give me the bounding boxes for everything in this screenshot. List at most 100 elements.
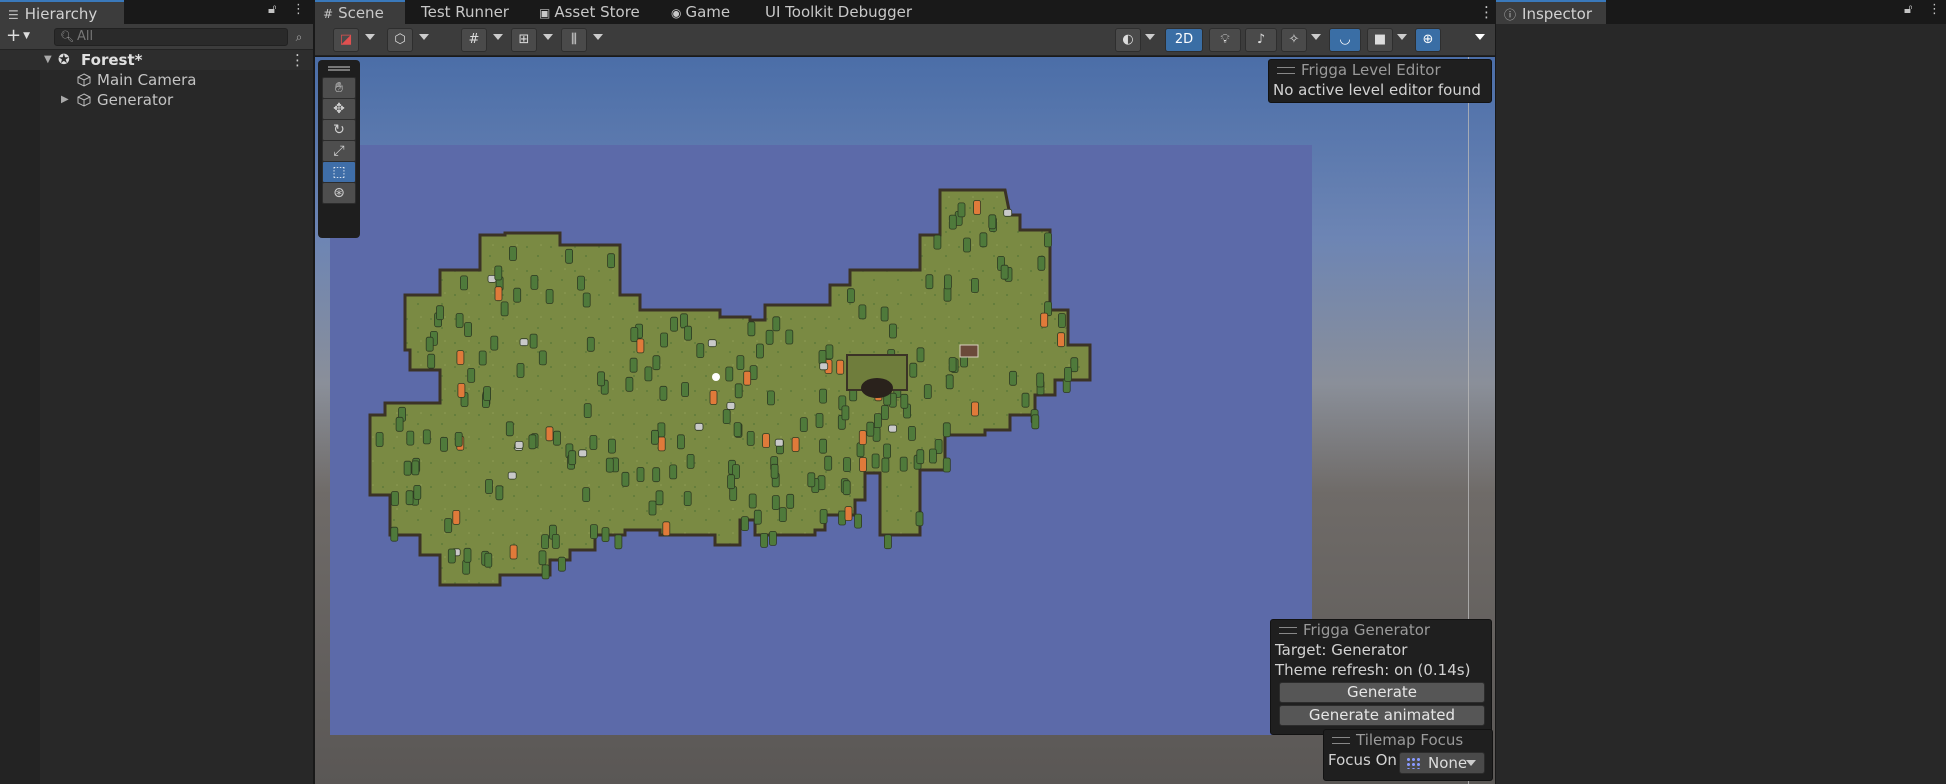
tree — [657, 422, 666, 438]
chevron-down-icon[interactable] — [1311, 34, 1321, 40]
tab-scene[interactable]: # Scene — [315, 0, 405, 24]
tree — [538, 350, 547, 366]
tree — [799, 417, 808, 433]
tree — [736, 355, 745, 371]
tree — [553, 430, 561, 446]
scene-menu-icon[interactable]: ⋮ — [290, 50, 305, 70]
scene-panel: # Scene Test Runner ▣ Asset Store ◉ Game UI… — [315, 0, 1495, 784]
scale-tool-icon[interactable]: ⤢ — [322, 140, 356, 162]
expand-triangle-icon[interactable]: ▼ — [44, 50, 52, 70]
grip-icon[interactable] — [328, 66, 350, 71]
rect-tool-icon[interactable]: ⬚ — [322, 161, 356, 183]
lock-icon[interactable]: 🔓︎ — [268, 2, 276, 17]
transform-tool-icon[interactable]: ⊛ — [322, 182, 356, 204]
chevron-down-icon[interactable] — [493, 34, 503, 40]
chevron-down-icon[interactable] — [593, 34, 603, 40]
scene-viewport[interactable]: ✋︎ ✥ ↻ ⤢ ⬚ ⊛ Frigga Level Editor No acti… — [315, 57, 1495, 784]
move-tool-icon[interactable]: ✥ — [322, 98, 356, 120]
search-by-type-icon[interactable]: ⌕ — [290, 28, 308, 46]
expand-triangle-icon[interactable]: ▶ — [61, 90, 69, 110]
tree — [854, 513, 862, 529]
tab-game[interactable]: ◉ Game — [663, 0, 738, 24]
tree — [770, 463, 779, 479]
tree — [436, 305, 444, 321]
frigga-generator-title[interactable]: Frigga Generator — [1271, 620, 1491, 640]
hand-tool-icon[interactable]: ✋︎ — [322, 77, 356, 99]
chest — [959, 344, 979, 358]
scene-row[interactable]: ▼ ✪ Forest* ⋮ — [0, 50, 313, 70]
tab-ui-toolkit-debugger[interactable]: UI Toolkit Debugger — [757, 0, 920, 24]
gizmo-mode-icon[interactable]: ◪ — [333, 28, 359, 52]
autumn-tree — [836, 359, 845, 375]
tab-inspector[interactable]: ⓘ Inspector — [1496, 0, 1606, 24]
chevron-down-icon[interactable] — [419, 34, 429, 40]
2d-mode-button[interactable]: 2D — [1165, 28, 1203, 52]
frigga-level-editor-title[interactable]: Frigga Level Editor — [1269, 60, 1491, 80]
gizmos-icon[interactable]: ⊕ — [1415, 28, 1441, 52]
hierarchy-search-input[interactable]: 🔍︎ All — [54, 28, 288, 46]
chevron-down-icon — [1466, 760, 1476, 766]
tree — [722, 409, 731, 425]
rotate-tool-icon[interactable]: ↻ — [322, 119, 356, 141]
tab-asset-store[interactable]: ▣ Asset Store — [531, 0, 648, 24]
snap-toggle-icon[interactable]: ⊞ — [511, 28, 537, 52]
chevron-down-icon[interactable] — [1145, 34, 1155, 40]
audio-icon[interactable]: ♪ — [1245, 28, 1277, 52]
tree — [557, 556, 566, 572]
lock-icon[interactable]: 🔓︎ — [1904, 2, 1912, 17]
inspector-panel: ⓘ Inspector 🔓︎ ⋮ — [1496, 0, 1946, 784]
grid-snap-icon[interactable]: # — [461, 28, 487, 52]
inspector-menu-icon[interactable]: ⋮ — [1928, 2, 1941, 17]
shading-mode-icon[interactable]: ◐ — [1115, 28, 1141, 52]
tree — [582, 292, 591, 308]
tree — [786, 493, 795, 509]
generate-button[interactable]: Generate — [1279, 682, 1485, 703]
tree — [413, 484, 422, 500]
chevron-down-icon[interactable] — [543, 34, 553, 40]
autumn-tree — [456, 350, 465, 366]
autumn-tree — [457, 382, 466, 398]
tree — [541, 564, 550, 580]
tree — [684, 325, 693, 341]
tree — [425, 336, 434, 352]
tree — [696, 343, 705, 359]
tilemap-focus-title[interactable]: Tilemap Focus — [1324, 730, 1492, 750]
lighting-icon[interactable]: 💡︎ — [1209, 28, 1241, 52]
tree — [586, 336, 595, 352]
camera-icon[interactable]: ■ — [1367, 28, 1393, 52]
scene-visibility-icon[interactable]: ◡ — [1329, 28, 1361, 52]
orientation-icon[interactable]: ⬡ — [387, 28, 413, 52]
tree — [568, 450, 577, 466]
tree — [881, 457, 890, 473]
hierarchy-toolbar: + ▼ 🔍︎ All ⌕ — [0, 24, 313, 50]
tree — [957, 202, 966, 218]
list-item[interactable]: Main Camera — [0, 70, 313, 90]
tab-hierarchy[interactable]: ☰ Hierarchy — [0, 0, 124, 24]
tree — [824, 455, 833, 471]
tree — [411, 460, 420, 476]
tree — [597, 371, 606, 387]
frigga-level-editor-overlay: Frigga Level Editor No active level edit… — [1268, 59, 1492, 103]
hierarchy-menu-icon[interactable]: ⋮ — [292, 2, 305, 17]
tree — [589, 435, 598, 450]
create-button[interactable]: + ▼ — [6, 26, 30, 46]
scene-tabbar: # Scene Test Runner ▣ Asset Store ◉ Game UI… — [315, 0, 1495, 24]
tree — [746, 430, 755, 446]
tools-overlay: ✋︎ ✥ ↻ ⤢ ⬚ ⊛ — [318, 60, 360, 238]
tab-test-runner[interactable]: Test Runner — [413, 0, 517, 24]
list-item[interactable]: ▶ Generator — [0, 90, 313, 110]
bag-icon: ▣ — [539, 6, 551, 20]
tree — [467, 367, 476, 383]
chevron-down-icon[interactable] — [1397, 34, 1407, 40]
tree — [971, 278, 979, 293]
chevron-down-icon[interactable] — [365, 34, 375, 40]
rock — [694, 422, 704, 431]
tree — [807, 472, 816, 488]
tree — [463, 547, 472, 563]
effects-icon[interactable]: ✧ — [1281, 28, 1307, 52]
increment-snap-icon[interactable]: ⫼ — [561, 28, 587, 52]
focus-on-dropdown[interactable]: None — [1399, 752, 1485, 774]
generate-animated-button[interactable]: Generate animated — [1279, 705, 1485, 726]
tree — [508, 246, 517, 261]
chevron-down-icon[interactable] — [1475, 34, 1485, 40]
